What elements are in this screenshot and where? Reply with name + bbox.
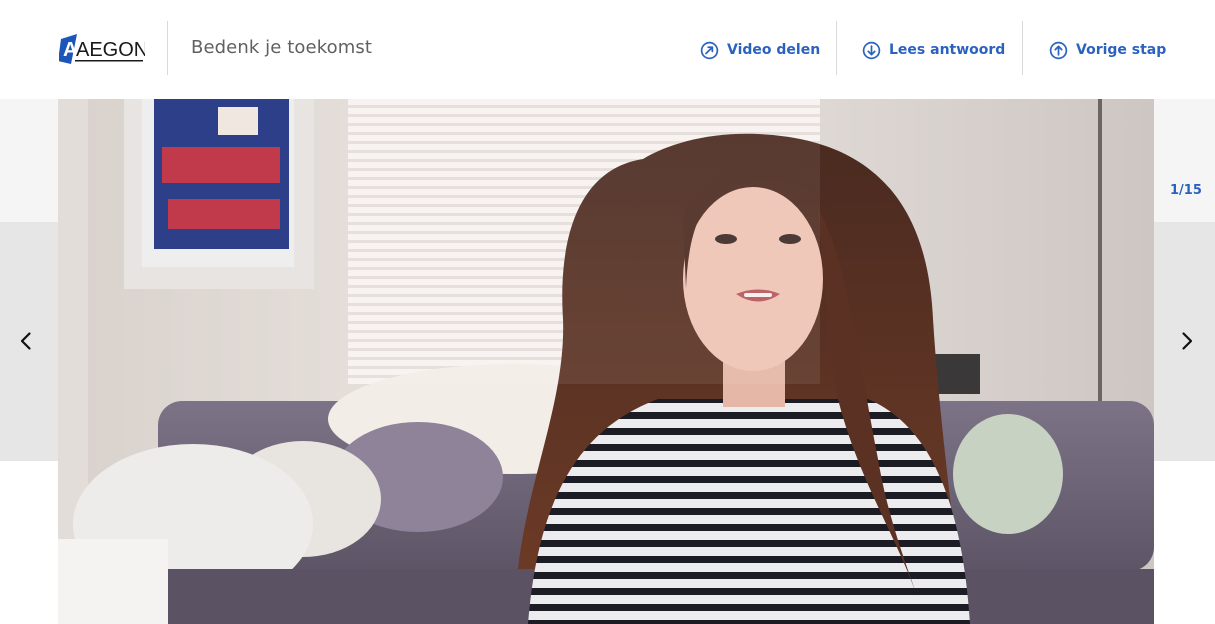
arrow-up-circle-icon [1049,41,1068,59]
slide-counter: 1/15 [1170,183,1202,198]
chevron-left-icon[interactable] [16,331,36,351]
site-header: A AEGON Bedenk je toekomst Video delen L… [0,0,1215,99]
read-answer-label: Lees antwoord [889,42,1006,58]
share-video-label: Video delen [727,42,821,58]
video-still-image [58,99,1154,624]
header-divider [167,21,168,75]
share-video-button[interactable]: Video delen [700,39,820,61]
previous-step-label: Vorige stap [1076,42,1167,58]
arrow-down-circle-icon [862,41,881,59]
read-answer-button[interactable]: Lees antwoord [862,39,1005,61]
video-player[interactable] [58,99,1154,624]
share-arrow-icon [700,41,719,59]
aegon-logo[interactable]: A AEGON [59,33,145,65]
chevron-right-icon[interactable] [1177,331,1197,351]
nav-divider [836,21,837,75]
nav-divider [1022,21,1023,75]
logo-wordmark: AEGON [76,39,145,61]
previous-step-button[interactable]: Vorige stap [1049,39,1166,61]
site-title: Bedenk je toekomst [191,37,372,58]
